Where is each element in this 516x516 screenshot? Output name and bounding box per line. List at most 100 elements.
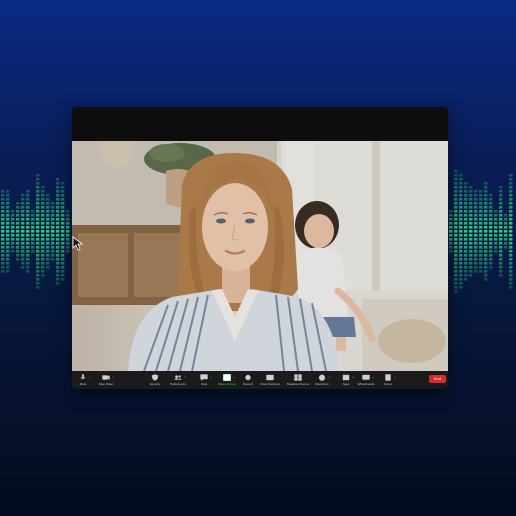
chevron-up-icon[interactable]: ^: [210, 375, 212, 380]
equalizer-segment: [499, 270, 503, 273]
equalizer-segment: [26, 194, 30, 197]
equalizer-segment: [56, 242, 60, 245]
equalizer-segment: [41, 238, 45, 241]
equalizer-segment: [6, 266, 10, 269]
equalizer-segment: [459, 278, 463, 281]
toolbar-notes-button[interactable]: Notes: [380, 371, 396, 389]
equalizer-segment: [459, 246, 463, 249]
equalizer-segment: [36, 238, 40, 241]
equalizer-segment: [1, 210, 5, 213]
equalizer-segment: [31, 246, 35, 249]
chevron-up-icon[interactable]: ^: [328, 375, 330, 380]
equalizer-segment: [16, 226, 20, 229]
toolbar-share-screen-button[interactable]: Share Screen: [218, 371, 236, 389]
equalizer-segment: [459, 206, 463, 209]
chevron-up-icon[interactable]: ^: [184, 375, 186, 380]
video-camera-icon: [102, 375, 110, 380]
equalizer-segment: [41, 210, 45, 213]
equalizer-segment: [31, 214, 35, 217]
toolbar-chat-button[interactable]: Chat: [196, 371, 212, 389]
toolbar-stop-video-button[interactable]: Stop Video: [98, 371, 114, 389]
equalizer-segment: [46, 226, 50, 229]
equalizer-segment: [61, 230, 65, 233]
toolbar-whiteboards-button[interactable]: Whiteboards: [358, 371, 374, 389]
equalizer-segment: [56, 190, 60, 193]
equalizer-segment: [459, 230, 463, 233]
toolbar-security-button[interactable]: Security: [147, 371, 163, 389]
equalizer-segment: [1, 234, 5, 237]
equalizer-segment: [41, 258, 45, 261]
toolbar-mute-button[interactable]: Mute: [75, 371, 91, 389]
equalizer-segment: [509, 250, 513, 253]
equalizer-segment: [61, 254, 65, 257]
equalizer-segment: [46, 238, 50, 241]
equalizer-segment: [464, 254, 468, 257]
equalizer-segment: [489, 194, 493, 197]
equalizer-segment: [1, 266, 5, 269]
equalizer-segment: [469, 246, 473, 249]
equalizer-segment: [16, 242, 20, 245]
equalizer-segment: [454, 290, 458, 293]
chevron-up-icon[interactable]: ^: [89, 375, 91, 380]
toolbar-item-label: Breakout Rooms: [286, 382, 310, 386]
equalizer-segment: [36, 282, 40, 285]
equalizer-segment: [499, 262, 503, 265]
chevron-up-icon[interactable]: ^: [352, 375, 354, 380]
microphone-icon: [80, 374, 86, 380]
equalizer-segment: [36, 246, 40, 249]
equalizer-segment: [474, 190, 478, 193]
equalizer-segment: [499, 198, 503, 201]
equalizer-segment: [494, 242, 498, 245]
equalizer-segment: [494, 222, 498, 225]
equalizer-segment: [469, 206, 473, 209]
end-meeting-button[interactable]: End: [429, 375, 446, 383]
equalizer-segment: [469, 194, 473, 197]
equalizer-segment: [499, 194, 503, 197]
equalizer-segment: [454, 262, 458, 265]
equalizer-segment: [499, 258, 503, 261]
equalizer-segment: [499, 238, 503, 241]
equalizer-segment: [479, 226, 483, 229]
equalizer-segment: [61, 218, 65, 221]
chevron-up-icon[interactable]: ^: [394, 375, 396, 380]
equalizer-segment: [489, 210, 493, 213]
equalizer-segment: [66, 246, 70, 249]
equalizer-segment: [484, 202, 488, 205]
equalizer-segment: [509, 238, 513, 241]
equalizer-segment: [459, 194, 463, 197]
equalizer-segment: [484, 238, 488, 241]
chevron-up-icon[interactable]: ^: [112, 375, 114, 380]
equalizer-segment: [499, 222, 503, 225]
toolbar-record-button[interactable]: Record: [240, 371, 256, 389]
equalizer-segment: [469, 266, 473, 269]
equalizer-segment: [504, 226, 508, 229]
equalizer-segment: [6, 198, 10, 201]
equalizer-segment: [36, 222, 40, 225]
equalizer-segment: [479, 230, 483, 233]
equalizer-segment: [479, 262, 483, 265]
equalizer-segment: [474, 246, 478, 249]
equalizer-segment: [479, 198, 483, 201]
equalizer-segment: [51, 254, 55, 257]
toolbar-item-label: Stop Video: [98, 382, 114, 386]
toolbar-apps-button[interactable]: Apps: [338, 371, 354, 389]
equalizer-segment: [449, 238, 453, 241]
toolbar-reactions-button[interactable]: Reactions: [314, 371, 330, 389]
equalizer-segment: [454, 178, 458, 181]
equalizer-segment: [484, 270, 488, 273]
toolbar-participants-button[interactable]: Participants: [170, 371, 186, 389]
equalizer-segment: [464, 242, 468, 245]
chevron-up-icon[interactable]: ^: [372, 375, 374, 380]
equalizer-segment: [21, 218, 25, 221]
equalizer-segment: [469, 270, 473, 273]
toolbar-breakout-rooms-button[interactable]: Breakout Rooms: [286, 371, 310, 389]
equalizer-segment: [26, 218, 30, 221]
equalizer-segment: [56, 198, 60, 201]
chevron-up-icon[interactable]: ^: [233, 375, 235, 380]
equalizer-segment: [484, 262, 488, 265]
equalizer-segment: [489, 226, 493, 229]
equalizer-segment: [26, 262, 30, 265]
toolbar-show-captions-button[interactable]: Show Captions: [260, 371, 280, 389]
equalizer-segment: [504, 246, 508, 249]
equalizer-segment: [56, 246, 60, 249]
